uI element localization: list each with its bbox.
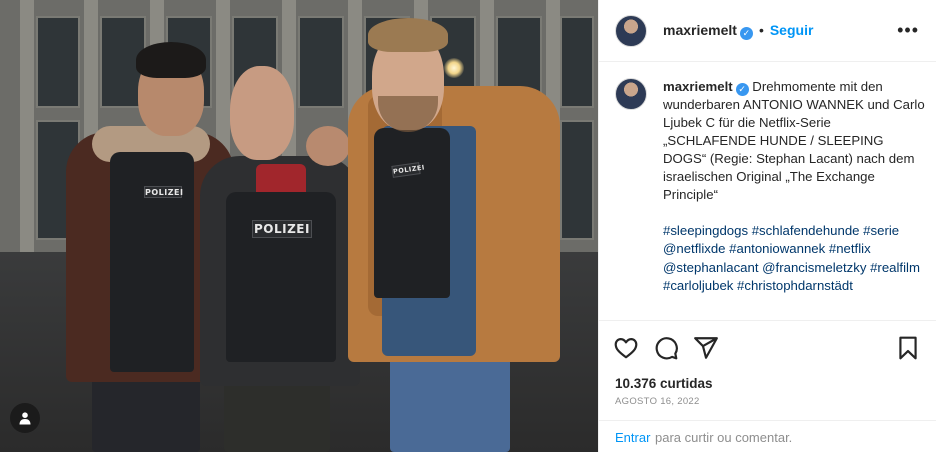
login-link[interactable]: Entrar [615, 430, 650, 445]
police-badge-left: POLIZEI [144, 186, 184, 198]
heart-icon[interactable] [613, 335, 639, 361]
caption-username-link[interactable]: maxriemelt [663, 79, 733, 94]
bookmark-icon[interactable] [895, 335, 921, 361]
verified-badge-icon: ✓ [739, 27, 753, 40]
action-bar [599, 320, 936, 372]
post-header: maxriemelt ✓ • Seguir ••• [599, 0, 936, 62]
follow-button[interactable]: Seguir [770, 22, 814, 38]
more-options-icon[interactable]: ••• [897, 20, 919, 41]
person-center: POLIZEI [196, 60, 366, 452]
post-caption: maxriemelt ✓ Drehmomente mit den wunderba… [663, 78, 925, 204]
police-badge-center: POLIZEI [252, 220, 312, 238]
caption-avatar[interactable] [615, 78, 647, 110]
avatar[interactable] [615, 15, 647, 47]
post-photo[interactable]: POLIZEI POLIZEI POLIZEI [0, 0, 598, 452]
comment-bar: Entrar para curtir ou comentar. [599, 420, 936, 452]
caption-text: Drehmomente mit den wunderbaren ANTONIO … [663, 79, 925, 202]
post-hashtags[interactable]: #sleepingdogs #schlafendehunde #serie @n… [663, 222, 925, 295]
person-right: POLIZEI [348, 16, 562, 452]
post-sidebar: maxriemelt ✓ • Seguir ••• maxriemelt ✓ Drehm… [598, 0, 936, 452]
verified-badge-icon: ✓ [735, 83, 749, 96]
user-tag-icon [19, 412, 31, 425]
username-link[interactable]: maxriemelt [663, 22, 737, 38]
post-date[interactable]: AGOSTO 16, 2022 [615, 396, 700, 407]
comment-icon[interactable] [653, 335, 679, 361]
separator-dot: • [758, 22, 764, 38]
like-count[interactable]: 10.376 curtidas [615, 376, 713, 391]
user-tags-button[interactable] [10, 403, 40, 433]
share-icon[interactable] [693, 335, 719, 361]
comment-prompt: para curtir ou comentar. [655, 430, 793, 445]
